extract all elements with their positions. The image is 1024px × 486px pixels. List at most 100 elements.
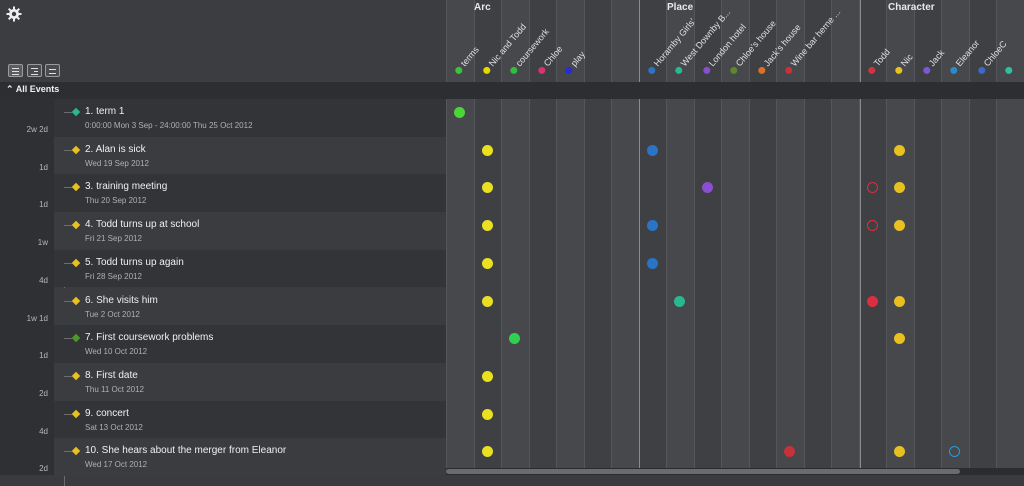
event-title[interactable]: 2. Alan is sick [85, 144, 146, 155]
event-marker[interactable] [867, 182, 878, 193]
event-marker[interactable] [482, 446, 493, 457]
column-divider [446, 0, 447, 468]
event-marker[interactable] [482, 296, 493, 307]
event-title[interactable]: 9. concert [85, 408, 129, 419]
event-title[interactable]: 10. She hears about the merger from Elea… [85, 445, 286, 456]
event-tree-tick [64, 451, 72, 452]
column-divider [501, 0, 502, 468]
event-marker[interactable] [674, 296, 685, 307]
column-divider [831, 0, 832, 468]
event-title[interactable]: 1. term 1 [85, 106, 124, 117]
event-title[interactable]: 3. training meeting [85, 181, 167, 192]
event-row[interactable] [54, 174, 446, 212]
column-band [831, 0, 859, 468]
event-marker[interactable] [894, 145, 905, 156]
event-tree-tick [64, 225, 72, 226]
event-marker[interactable] [482, 145, 493, 156]
time-gap-label: 1d [0, 351, 48, 360]
scrollbar-thumb[interactable] [446, 469, 960, 474]
event-row[interactable] [54, 438, 446, 476]
event-marker[interactable] [647, 145, 658, 156]
event-marker[interactable] [647, 220, 658, 231]
time-gap-label: 2d [0, 464, 48, 473]
event-row[interactable] [54, 250, 446, 288]
event-title[interactable]: 4. Todd turns up at school [85, 219, 199, 230]
column-group-place: Place [667, 2, 693, 13]
column-group-character: Character [888, 2, 935, 13]
event-tree-tick [64, 187, 72, 188]
column-divider [474, 0, 475, 468]
event-row[interactable] [54, 137, 446, 175]
horizontal-scrollbar[interactable] [446, 468, 1024, 475]
column-divider [749, 0, 750, 468]
time-gap-label: 2w 2d [0, 125, 48, 134]
time-gap-label: 1d [0, 200, 48, 209]
event-marker[interactable] [894, 296, 905, 307]
event-date: Tue 2 Oct 2012 [85, 310, 140, 319]
event-row[interactable] [54, 325, 446, 363]
column-divider [556, 0, 557, 468]
grid-view-icon[interactable] [45, 64, 60, 77]
event-marker[interactable] [482, 371, 493, 382]
column-divider [584, 0, 585, 468]
column-divider [529, 0, 530, 468]
event-date: Fri 28 Sep 2012 [85, 272, 142, 281]
column-divider [611, 0, 612, 468]
time-gap-label: 1w [0, 238, 48, 247]
event-marker[interactable] [482, 182, 493, 193]
event-title[interactable]: 5. Todd turns up again [85, 257, 184, 268]
event-marker[interactable] [702, 182, 713, 193]
event-row[interactable] [54, 401, 446, 439]
column-band [804, 0, 832, 468]
time-gap-label: 1w 1d [0, 314, 48, 323]
column-divider [694, 0, 695, 468]
event-date: Thu 20 Sep 2012 [85, 196, 146, 205]
column-divider [804, 0, 805, 468]
group-divider [860, 0, 861, 468]
column-band [611, 0, 639, 468]
event-tree-tick [64, 338, 72, 339]
event-title[interactable]: 8. First date [85, 370, 138, 381]
event-tree-tick [64, 112, 72, 113]
event-marker[interactable] [454, 107, 465, 118]
event-date: Fri 21 Sep 2012 [85, 234, 142, 243]
event-marker[interactable] [647, 258, 658, 269]
event-marker[interactable] [867, 296, 878, 307]
event-marker[interactable] [867, 220, 878, 231]
column-band [584, 0, 612, 468]
event-marker[interactable] [482, 258, 493, 269]
event-title[interactable]: 6. She visits him [85, 295, 158, 306]
event-date: Wed 17 Oct 2012 [85, 460, 147, 469]
column-divider [666, 0, 667, 468]
event-row[interactable] [54, 363, 446, 401]
event-title[interactable]: 7. First coursework problems [85, 332, 213, 343]
event-date: Wed 19 Sep 2012 [85, 159, 149, 168]
time-gap-column: 2w 2d 1d 1d 1w 4d 1w 1d 1d 2d 4d 2d [0, 99, 54, 475]
event-row[interactable] [54, 288, 446, 326]
column-divider [776, 0, 777, 468]
column-divider [941, 0, 942, 468]
column-divider [886, 0, 887, 468]
time-gap-label: 1d [0, 163, 48, 172]
all-events-bar[interactable]: ⌃ All Events [0, 82, 1024, 99]
detail-view-icon[interactable] [27, 64, 42, 77]
column-divider [721, 0, 722, 468]
time-gap-label: 4d [0, 276, 48, 285]
event-date: Thu 11 Oct 2012 [85, 385, 144, 394]
event-date: Wed 10 Oct 2012 [85, 347, 147, 356]
event-row[interactable] [54, 99, 446, 137]
event-date: Sat 13 Oct 2012 [85, 423, 143, 432]
gear-icon[interactable] [6, 6, 22, 22]
column-group-arc: Arc [474, 2, 491, 13]
event-row[interactable] [54, 212, 446, 250]
column-divider [969, 0, 970, 468]
event-marker[interactable] [482, 220, 493, 231]
event-marker[interactable] [482, 409, 493, 420]
time-gap-label: 4d [0, 427, 48, 436]
column-divider [914, 0, 915, 468]
list-view-icon[interactable] [8, 64, 23, 77]
time-gap-label: 2d [0, 389, 48, 398]
event-date: 0:00:00 Mon 3 Sep - 24:00:00 Thu 25 Oct … [85, 121, 253, 130]
all-events-label: All Events [16, 84, 60, 94]
all-events-toggle[interactable]: ⌃ All Events [6, 84, 59, 95]
